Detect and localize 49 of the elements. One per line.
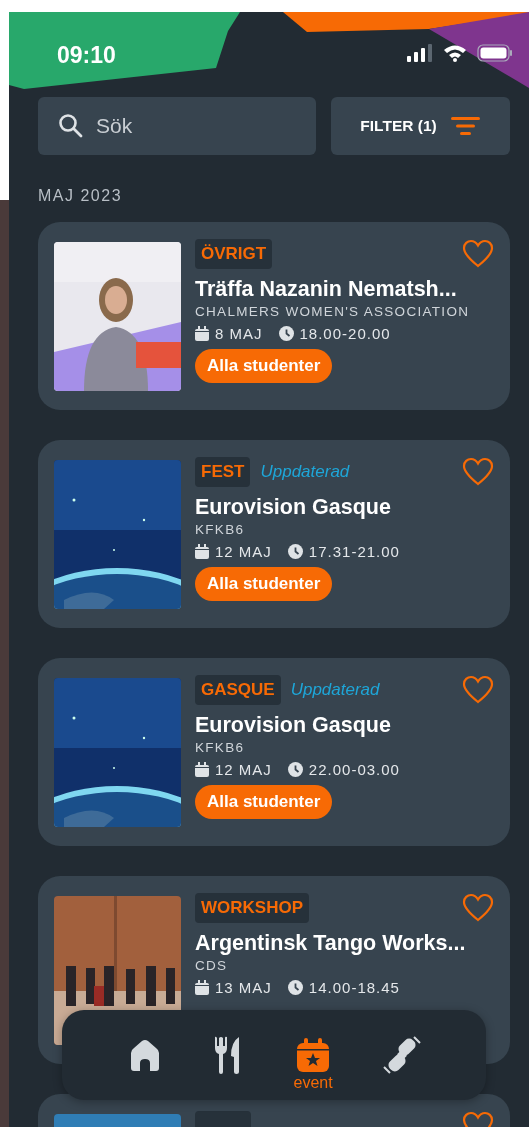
calendar-icon: [195, 762, 209, 777]
heart-icon[interactable]: [462, 675, 494, 705]
event-card[interactable]: FEST Uppdaterad Eurovision Gasque KFKB6 12 MAJ 17.31-21.00 Alla studenter: [38, 440, 510, 628]
event-date: 12 MAJ: [215, 761, 272, 778]
section-heading: MAJ 2023: [38, 186, 124, 206]
organizer-label: CHALMERS WOMEN'S ASSOCIATION: [195, 304, 471, 319]
event-title: Argentinsk Tango Works...: [195, 930, 467, 956]
battery-icon: [477, 44, 513, 62]
event-time: 22.00-03.00: [308, 761, 400, 778]
calendar-icon: [195, 980, 209, 995]
event-date: 12 MAJ: [215, 543, 272, 560]
organizer-label: KFKB6: [195, 740, 246, 755]
organizer-label: CDS: [195, 958, 229, 973]
event-title: Eurovision Gasque: [195, 494, 392, 520]
status-time: 09:10: [57, 42, 116, 69]
event-time: 18.00-20.00: [299, 325, 391, 342]
clock-icon: [287, 544, 303, 559]
event-title: Eurovision Gasque: [195, 712, 392, 738]
category-tag: FEST: [195, 457, 251, 487]
search-field[interactable]: Sök: [38, 97, 316, 155]
calendar-star-icon: [297, 1038, 330, 1072]
filter-button[interactable]: FILTER (1): [331, 97, 510, 155]
dumbbell-icon: [382, 1036, 421, 1074]
category-tag: ÖVRIGT: [195, 239, 273, 269]
signal-icon: [407, 44, 433, 62]
clock-icon: [278, 326, 294, 341]
event-title: Träffa Nazanin Nematsh...: [195, 276, 458, 302]
event-date: 8 MAJ: [215, 325, 263, 342]
category-tag: GASQUE: [195, 675, 281, 705]
event-card[interactable]: GASQUE Uppdaterad Eurovision Gasque KFKB6 12 MAJ 22.00-03.00 Alla studenter: [38, 658, 510, 846]
event-time: 14.00-18.45: [308, 979, 400, 996]
calendar-icon: [195, 326, 209, 341]
search-icon: [58, 113, 84, 139]
event-time: 17.31-21.00: [308, 543, 400, 560]
clock-icon: [287, 762, 303, 777]
event-card[interactable]: ÖVRIGT Träffa Nazanin Nematsh... CHALMERS WOMEN'S ASSOCIATION 8 MAJ 18.00-20.00 Alla studenter: [38, 222, 510, 410]
wifi-icon: [443, 44, 467, 62]
organizer-label: KFKB6: [195, 522, 246, 537]
nav-tab[interactable]: [382, 1036, 421, 1074]
heart-icon[interactable]: [462, 893, 494, 923]
heart-icon[interactable]: [462, 239, 494, 269]
category-tag: WORKSHOP: [195, 893, 309, 923]
heart-icon[interactable]: [462, 457, 494, 487]
clock-icon: [287, 980, 303, 995]
updated-label: Uppdaterad: [260, 462, 350, 482]
event-date: 13 MAJ: [215, 979, 272, 996]
updated-label: Uppdaterad: [290, 680, 380, 700]
filter-icon: [450, 116, 481, 136]
calendar-icon: [195, 544, 209, 559]
